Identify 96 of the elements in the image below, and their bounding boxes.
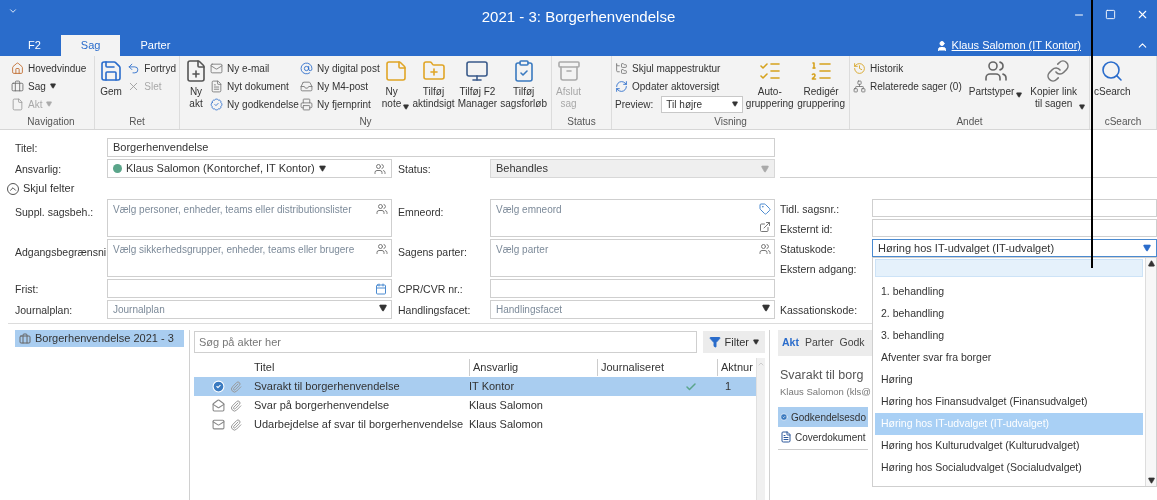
field-label: Journalplan: [15,303,74,318]
field-label: Eksternt id: [779,222,834,237]
table-cell-text: Udarbejdelse af svar til borgerhenvendelse [254,417,465,433]
table-row[interactable]: Svar på borgerhenvendelse Klaus Salomon [194,396,756,415]
title-field[interactable]: Borgerhenvendelse [107,138,775,157]
ribbon-button[interactable]: Historik [853,59,962,77]
table-cell-text: IT Kontor [469,379,516,395]
field-label: Emneord: [398,205,444,218]
group-label: Ny [358,115,373,129]
ribbon-button[interactable]: Nyt dokument [210,77,299,95]
dropdown-option[interactable]: Høring hos Finansudvalget (Finansudvalget) [875,391,1143,413]
field-label: Titel: [15,141,39,156]
group-label: Status [566,115,597,129]
ribbon-button[interactable]: Tilføj sagsforløb [499,59,548,115]
field-label: Kassationskode: [779,303,859,318]
dropdown-option[interactable]: Høring hos Kulturudvalget (Kulturudvalget) [875,435,1143,457]
access-field[interactable]: Vælg sikkerhedsgrupper, enheder, teams eller brugere [107,239,392,277]
field-label: Frist: [15,282,40,297]
table-cell-text: Svar på borgerhenvendelse [254,398,391,414]
table-cell-text: Klaus Salomon [469,398,544,414]
ribbon-button[interactable]: Sag [11,77,87,95]
preview-tab[interactable]: Parter [804,335,834,351]
dropdown-option[interactable]: 1. behandling [875,281,1143,303]
dropdown-option[interactable]: Afventer svar fra borger [875,347,1143,369]
attachment-item[interactable]: Coverdokument [778,427,868,447]
preview-tab[interactable]: Akt [782,335,799,351]
ribbon-button[interactable]: Kopier link til sagen [1029,59,1086,115]
table-cell-text: Klaus Salomon [469,417,544,433]
action-facet-select[interactable]: Handlingsfacet [490,300,775,319]
ribbon-button[interactable]: Gem [98,59,124,115]
attachment-item[interactable]: Godkendelsesdo [778,407,868,427]
ribbon-button[interactable]: Hovedvindue [11,59,87,77]
ribbon-button[interactable]: Ny digital post [299,59,380,77]
co-caseworker-field[interactable]: Vælg personer, enheder, teams eller distributionslister [107,199,392,237]
column-header[interactable]: Ansvarlig [469,359,597,376]
ribbon-button[interactable]: Opdater aktoversigt [615,77,744,95]
group-label: Visning [713,115,748,129]
group-label: Navigation [26,115,76,129]
search-field[interactable]: Søg på akter her [194,331,697,353]
field-label: Adgangsbegrænsni [15,245,107,258]
preview-title: Svarakt til borg [779,367,864,384]
toggle-fields-button[interactable]: Skjul felter [7,180,392,197]
group-label: Ret [128,115,146,129]
ribbon-button[interactable]: Ny note [380,59,411,115]
preview-label: Preview: [615,97,654,112]
filter-button[interactable]: Filter [702,331,765,353]
preview-tab[interactable]: Godk [839,335,865,351]
ribbon-button[interactable]: Tilføj aktindsigt [411,59,456,115]
preview-subtitle: Klaus Salomon (kls@ [779,384,871,399]
field-label: Status: [397,162,432,177]
table-cell-text: 1 [724,379,733,395]
field-label: Suppl. sagsbeh.: [15,205,94,218]
table-row[interactable]: Svarakt til borgerhenvendelse IT Kontor 1 [194,377,756,396]
responsible-value: Klaus Salomon (Kontorchef, IT Kontor) [126,161,315,177]
field-label: Ekstern adgang: [779,262,858,277]
field-label: Handlingsfacet: [397,303,472,318]
dropdown-option[interactable]: 3. behandling [875,325,1143,347]
field-label: Sagens parter: [398,245,467,258]
field-label: Ansvarlig: [15,162,63,177]
column-header[interactable]: Journaliseret [597,359,717,376]
ribbon-button[interactable]: Ny M4-post [299,77,380,95]
ribbon-tab[interactable]: Sag [60,35,121,56]
ribbon-button[interactable]: Partstyper [967,59,1024,115]
field-label: Tidl. sagsnr.: [779,202,841,217]
journal-plan-select[interactable]: Journalplan [107,300,392,319]
keywords-field[interactable]: Vælg emneord [490,199,775,237]
status-code-select[interactable]: Høring hos IT-udvalget (IT-udvalget) [872,239,1157,257]
field-label: CPR/CVR nr.: [397,282,464,297]
user-link[interactable]: Klaus Salomon (IT Kontor) [951,37,1081,54]
field-label: Statuskode: [779,242,837,257]
ribbon-button[interactable]: Tilføj F2 Manager [456,59,499,115]
preview-select[interactable]: Til højre [661,95,744,113]
dropdown-option[interactable]: Høring [875,369,1143,391]
column-header[interactable]: Titel [254,359,469,376]
window-title: 2021 - 3: Borgerhenvendelse [481,7,676,28]
ribbon-button[interactable]: Relaterede sager (0) [853,77,962,95]
ribbon-button[interactable]: Ny godkendelse [210,95,299,113]
table-row[interactable]: Udarbejdelse af svar til borgerhenvendelse Klaus Salomon [194,415,756,434]
table-cell-text: Svarakt til borgerhenvendelse [254,379,401,395]
group-label: Andet [955,115,984,129]
ribbon-button[interactable]: cSearch [1093,59,1132,115]
responsible-field[interactable]: Klaus Salomon (Kontorchef, IT Kontor) [107,159,392,178]
ribbon-button[interactable]: Ny akt [183,59,209,115]
ribbon-button[interactable]: Fortryd [127,59,176,77]
ribbon-button[interactable]: Skjul mappestruktur [615,59,744,77]
ribbon-tab[interactable]: Parter [120,35,191,56]
ribbon-button[interactable]: Redigér gruppering [796,59,846,115]
dropdown-option[interactable]: 2. behandling [875,303,1143,325]
group-label: cSearch [1103,115,1143,129]
ribbon-button[interactable]: Ny fjernprint [299,95,380,113]
dropdown-option[interactable]: Høring hos Socialudvalget (Socialudvalget) [875,457,1143,479]
parties-field[interactable]: Vælg parter [490,239,775,277]
ribbon-button[interactable]: Ny e-mail [210,59,299,77]
tree-item[interactable]: Borgerhenvendelse 2021 - 3 [15,330,184,347]
ribbon-tab[interactable]: F2 [8,35,61,56]
ribbon-button[interactable]: Auto- gruppering [744,59,795,115]
